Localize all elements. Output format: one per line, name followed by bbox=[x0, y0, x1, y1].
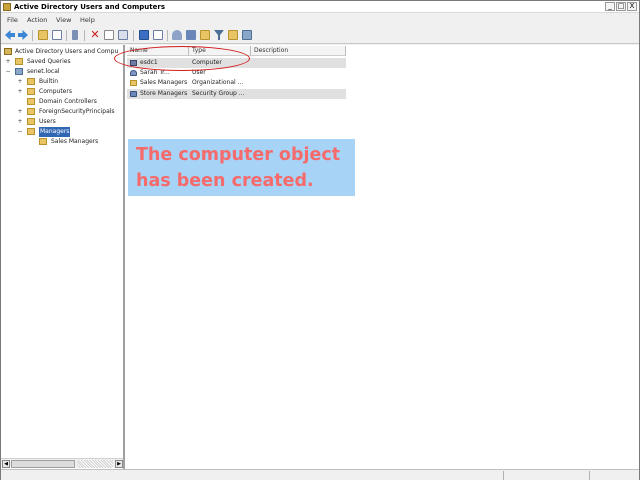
tree-item-saved-queries[interactable]: + Saved Queries bbox=[5, 57, 123, 67]
close-button[interactable]: X bbox=[627, 2, 637, 11]
up-folder-icon[interactable] bbox=[38, 30, 48, 40]
tree-item-builtin[interactable]: + Builtin bbox=[17, 77, 123, 87]
menu-action[interactable]: Action bbox=[27, 16, 47, 25]
folder-icon bbox=[27, 108, 35, 115]
list-row-sales-managers[interactable]: Sales Managers Organizational ... bbox=[127, 78, 346, 88]
tree-item-label-selected: Managers bbox=[39, 127, 71, 137]
list-row-store-managers[interactable]: Store Managers Security Group ... bbox=[127, 89, 346, 99]
filter-icon[interactable] bbox=[214, 30, 224, 40]
aduc-root-icon bbox=[4, 48, 12, 55]
aduc-app-icon bbox=[3, 3, 11, 11]
tree-item-label: Builtin bbox=[39, 78, 59, 85]
add-to-group-icon[interactable] bbox=[242, 30, 252, 40]
menu-bar: File Action View Help bbox=[1, 14, 639, 27]
security-group-icon bbox=[130, 91, 137, 97]
tree-item-label: Saved Queries bbox=[27, 58, 71, 65]
callout-line-1: The computer object bbox=[136, 145, 341, 165]
app-window: Active Directory Users and Computers _ □… bbox=[0, 0, 640, 480]
row-type: Organizational ... bbox=[192, 79, 244, 86]
ou-icon bbox=[39, 138, 47, 145]
console-tree: Active Directory Users and Compu + Saved… bbox=[1, 45, 125, 469]
window-title: Active Directory Users and Computers bbox=[14, 3, 165, 11]
tree-item-managers[interactable]: − Managers bbox=[17, 127, 123, 137]
tree-item-label: Domain Controllers bbox=[39, 98, 97, 105]
delete-icon[interactable]: ✕ bbox=[90, 29, 100, 40]
new-ou-icon[interactable] bbox=[200, 30, 210, 40]
tree-item-label: Active Directory Users and Compu bbox=[15, 48, 119, 55]
properties-icon[interactable] bbox=[72, 30, 78, 40]
scroll-left-arrow-icon[interactable]: ◀ bbox=[2, 460, 10, 468]
menu-help[interactable]: Help bbox=[80, 16, 95, 25]
maximize-button[interactable]: □ bbox=[616, 2, 626, 11]
row-name: Store Managers bbox=[140, 90, 188, 97]
callout-line-2: has been created. bbox=[136, 171, 314, 191]
find-icon[interactable] bbox=[228, 30, 238, 40]
scrollbar-track[interactable] bbox=[77, 460, 113, 468]
minimize-button[interactable]: _ bbox=[605, 2, 615, 11]
back-icon[interactable] bbox=[5, 30, 15, 40]
tutorial-callout: The computer object has been created. bbox=[128, 139, 355, 196]
tree-item-users[interactable]: + Users bbox=[17, 117, 123, 127]
menu-view[interactable]: View bbox=[56, 16, 71, 25]
status-bar bbox=[1, 469, 639, 480]
help-icon[interactable] bbox=[139, 30, 149, 40]
folder-icon bbox=[15, 58, 23, 65]
expand-icon[interactable]: + bbox=[17, 79, 23, 85]
status-divider bbox=[589, 471, 590, 480]
tree-item-foreign-security-principals[interactable]: + ForeignSecurityPrincipals bbox=[17, 107, 123, 117]
refresh-icon[interactable] bbox=[153, 30, 163, 40]
export-icon[interactable] bbox=[118, 30, 128, 40]
column-header-description[interactable]: Description bbox=[251, 46, 346, 56]
folder-icon bbox=[27, 88, 35, 95]
expand-icon[interactable]: + bbox=[17, 89, 23, 95]
tree-item-domain-controllers[interactable]: Domain Controllers bbox=[17, 97, 123, 107]
tree-item-label: Sales Managers bbox=[51, 138, 99, 145]
tree-item-computers[interactable]: + Computers bbox=[17, 87, 123, 97]
collapse-icon[interactable]: − bbox=[17, 129, 23, 135]
tree-item-label: senet.local bbox=[27, 68, 60, 75]
ou-icon bbox=[27, 98, 35, 105]
expand-icon[interactable]: + bbox=[5, 59, 11, 65]
toolbar: ✕ bbox=[1, 27, 639, 44]
expand-icon[interactable]: + bbox=[17, 119, 23, 125]
main-content: Active Directory Users and Compu + Saved… bbox=[1, 45, 639, 469]
row-type: Security Group ... bbox=[192, 90, 245, 97]
scrollbar-thumb[interactable] bbox=[11, 460, 75, 468]
folder-icon bbox=[27, 118, 35, 125]
details-pane: Name Type Description esdc1 Computer Sar… bbox=[127, 45, 639, 469]
scroll-right-arrow-icon[interactable]: ▶ bbox=[115, 460, 123, 468]
title-bar: Active Directory Users and Computers _ □… bbox=[1, 1, 639, 13]
tree-item-root[interactable]: Active Directory Users and Compu bbox=[3, 47, 123, 57]
toolbar-separator bbox=[32, 30, 33, 41]
user-icon bbox=[130, 70, 137, 76]
status-divider bbox=[503, 471, 504, 480]
new-group-icon[interactable] bbox=[186, 30, 196, 40]
ou-icon bbox=[27, 128, 35, 135]
domain-icon bbox=[15, 68, 23, 75]
show-hide-tree-icon[interactable] bbox=[52, 30, 62, 40]
folder-icon bbox=[27, 78, 35, 85]
new-user-icon[interactable] bbox=[172, 30, 182, 40]
tree-item-label: Users bbox=[39, 118, 56, 125]
collapse-icon[interactable]: − bbox=[5, 69, 11, 75]
toolbar-separator bbox=[84, 30, 85, 41]
forward-icon[interactable] bbox=[18, 30, 28, 40]
expand-icon[interactable]: + bbox=[17, 109, 23, 115]
toolbar-separator bbox=[66, 30, 67, 41]
tree-item-sales-managers[interactable]: Sales Managers bbox=[27, 137, 123, 147]
tree-item-label: ForeignSecurityPrincipals bbox=[39, 108, 115, 115]
ou-icon bbox=[130, 80, 137, 86]
row-name: Sales Managers bbox=[140, 79, 188, 86]
menu-file[interactable]: File bbox=[7, 16, 18, 25]
toolbar-separator bbox=[133, 30, 134, 41]
highlight-oval bbox=[114, 46, 250, 71]
tree-item-domain[interactable]: − senet.local bbox=[5, 67, 123, 77]
toolbar-separator bbox=[167, 30, 168, 41]
tree-horizontal-scrollbar[interactable]: ◀ ▶ bbox=[1, 458, 123, 468]
copy-icon[interactable] bbox=[104, 30, 114, 40]
tree-item-label: Computers bbox=[39, 88, 72, 95]
